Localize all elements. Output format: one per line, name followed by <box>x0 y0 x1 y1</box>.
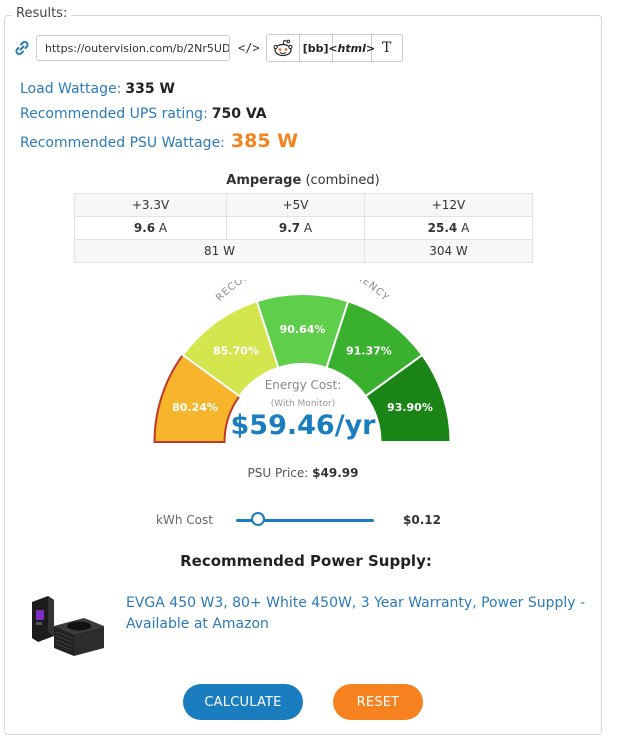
psu-price: PSU Price: $49.99 <box>247 466 359 480</box>
table-row: 81 W 304 W <box>74 239 533 263</box>
gauge-segment-label: 91.37% <box>346 345 392 358</box>
html-button[interactable]: <html> <box>328 35 375 61</box>
energy-cost-sub: (With Monitor) <box>270 399 336 409</box>
energy-cost-value: $59.46/yr <box>230 410 376 441</box>
psu-wattage-label: Recommended PSU Wattage: <box>20 135 225 151</box>
gauge-segment-label: 85.70% <box>213 345 259 358</box>
link-icon[interactable] <box>14 39 32 57</box>
reset-button[interactable]: RESET <box>333 684 423 720</box>
energy-cost-label: Energy Cost: <box>264 378 342 392</box>
embed-code-icon[interactable]: </> <box>238 41 260 55</box>
amperage-title: Amperage (combined) <box>0 173 606 188</box>
amp-cell-5v: 9.7 A <box>226 216 365 240</box>
ups-rating-value: 750 VA <box>211 106 267 122</box>
share-button-group: [bb] <html> T <box>265 34 403 62</box>
calculate-button[interactable]: CALCULATE <box>183 684 303 720</box>
load-wattage-label: Load Wattage: <box>20 81 122 97</box>
recommended-psu-link[interactable]: EVGA 450 W3, 80+ White 450W, 3 Year Warr… <box>126 593 586 635</box>
rail-header-5v: +5V <box>226 193 365 217</box>
psu-price-value: $49.99 <box>312 466 359 480</box>
amp-cell-3v3: 9.6 A <box>74 216 227 240</box>
share-url-input[interactable]: https://outervision.com/b/2Nr5UD <box>36 35 230 61</box>
table-row: +3.3V +5V +12V <box>74 193 533 217</box>
amp-cell-12v: 25.4 A <box>364 216 533 240</box>
amperage-table: +3.3V +5V +12V 9.6 A 9.7 A 25.4 A 81 W 3… <box>74 193 533 263</box>
psu-product-image[interactable] <box>28 592 108 664</box>
text-button[interactable]: T <box>372 35 402 61</box>
psu-wattage-value: 385 W <box>230 130 299 152</box>
slider-thumb[interactable] <box>251 512 266 526</box>
share-row: https://outervision.com/b/2Nr5UD </> [bb… <box>14 34 403 62</box>
amperage-title-bold: Amperage <box>226 173 302 188</box>
gauge-segment-label: 90.64% <box>280 323 326 336</box>
rail-header-12v: +12V <box>364 193 533 217</box>
table-row: 9.6 A 9.7 A 25.4 A <box>74 216 533 240</box>
psu-wattage-row: Recommended PSU Wattage: 385 W <box>20 130 298 152</box>
results-legend: Results: <box>12 6 72 21</box>
kwh-cost-slider[interactable] <box>236 512 374 526</box>
rail-header-3v3: +3.3V <box>74 193 227 217</box>
kwh-cost-label: kWh Cost <box>156 513 213 527</box>
ups-rating-label: Recommended UPS rating: <box>20 106 208 122</box>
reddit-share-button[interactable] <box>267 35 300 61</box>
kwh-cost-value: $0.12 <box>403 513 441 527</box>
load-wattage-row: Load Wattage: 335 W <box>20 81 175 97</box>
reddit-icon <box>273 39 293 57</box>
amperage-title-rest: (combined) <box>301 173 380 188</box>
watts-12v-cell: 304 W <box>364 239 533 263</box>
recommended-psu-title: Recommended Power Supply: <box>180 552 432 570</box>
watts-combined-cell: 81 W <box>74 239 365 263</box>
ups-rating-row: Recommended UPS rating: 750 VA <box>20 106 267 122</box>
load-wattage-value: 335 W <box>125 81 175 97</box>
